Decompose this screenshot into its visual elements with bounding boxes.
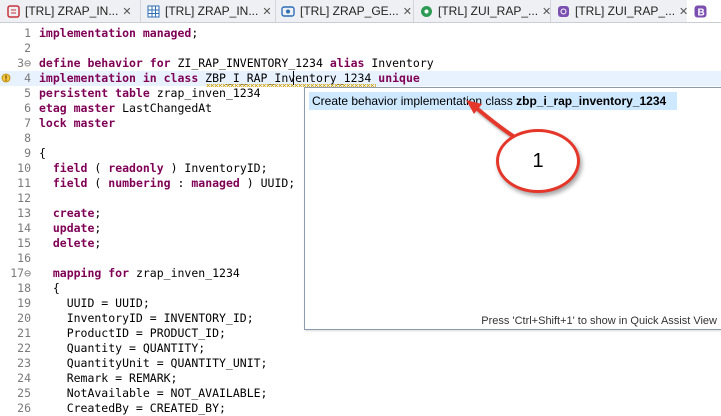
- callout-arrow: [466, 100, 521, 142]
- callout-badge: 1: [496, 129, 580, 193]
